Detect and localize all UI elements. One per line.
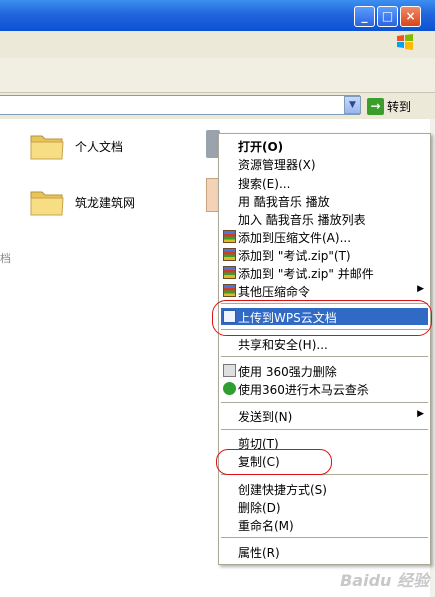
- menu-item-label: 属性(R): [238, 546, 280, 560]
- context-menu: 打开(O) 资源管理器(X) 搜索(E)... 用 酷我音乐 播放 加入 酷我音…: [218, 133, 431, 565]
- menu-separator: [221, 356, 428, 357]
- menu-item-label: 发送到(N): [238, 410, 293, 424]
- 360-safe-icon: [223, 382, 236, 395]
- minimize-button[interactable]: _: [354, 6, 375, 27]
- menu-item-360-shred[interactable]: 使用 360强力删除: [221, 362, 428, 379]
- menu-bar: [0, 31, 435, 59]
- watermark: Baidu 经验: [340, 571, 429, 590]
- title-bar: _ □ ×: [0, 0, 435, 31]
- menu-item-label: 创建快捷方式(S): [238, 483, 327, 497]
- close-button[interactable]: ×: [400, 6, 421, 27]
- go-button[interactable]: → 转到: [367, 96, 417, 116]
- menu-item-label: 添加到 "考试.zip" 并邮件: [238, 267, 374, 281]
- folder-icon: [30, 135, 64, 160]
- menu-separator: [221, 402, 428, 403]
- winrar-icon: [223, 248, 236, 261]
- menu-item-other-compress[interactable]: 其他压缩命令 ▶: [221, 282, 428, 299]
- menu-item-label: 重命名(M): [238, 519, 294, 533]
- menu-separator: [221, 429, 428, 430]
- go-arrow-icon: →: [367, 97, 384, 115]
- address-input[interactable]: [0, 95, 360, 115]
- menu-item-label: 加入 酷我音乐 播放列表: [238, 213, 366, 227]
- menu-item-label: 删除(D): [238, 501, 281, 515]
- menu-item-label: 用 酷我音乐 播放: [238, 195, 330, 209]
- folder-item[interactable]: 筑龙建筑网: [29, 186, 135, 218]
- menu-item-kuwo-play[interactable]: 用 酷我音乐 播放: [221, 192, 428, 209]
- menu-item-add-zip-email[interactable]: 添加到 "考试.zip" 并邮件: [221, 264, 428, 281]
- menu-item-label: 资源管理器(X): [238, 158, 316, 172]
- folder-item[interactable]: 个人文档: [29, 130, 123, 162]
- shredder-icon: [223, 364, 236, 377]
- annotation-circle: [212, 300, 432, 336]
- menu-item-search[interactable]: 搜索(E)...: [221, 174, 428, 191]
- maximize-button[interactable]: □: [377, 6, 398, 27]
- annotation-circle: [216, 449, 332, 475]
- menu-item-label: 使用 360强力删除: [238, 365, 337, 379]
- menu-item-kuwo-playlist[interactable]: 加入 酷我音乐 播放列表: [221, 210, 428, 227]
- folder-label: 个人文档: [75, 139, 124, 154]
- windows-logo-icon: [397, 34, 413, 50]
- menu-item-360-scan[interactable]: 使用360进行木马云查杀: [221, 380, 428, 397]
- submenu-arrow-icon: ▶: [417, 284, 424, 294]
- menu-item-rename[interactable]: 重命名(M): [221, 516, 428, 533]
- menu-item-properties[interactable]: 属性(R): [221, 543, 428, 560]
- winrar-icon: [223, 284, 236, 297]
- menu-item-explorer[interactable]: 资源管理器(X): [221, 155, 428, 172]
- toolbar: [0, 58, 435, 93]
- menu-item-create-shortcut[interactable]: 创建快捷方式(S): [221, 480, 428, 497]
- submenu-arrow-icon: ▶: [417, 409, 424, 419]
- winrar-icon: [223, 230, 236, 243]
- menu-item-label: 使用360进行木马云查杀: [238, 383, 369, 397]
- menu-item-label: 打开(O): [238, 140, 284, 154]
- menu-item-share-security[interactable]: 共享和安全(H)...: [221, 335, 428, 352]
- folder-icon: [30, 191, 64, 216]
- menu-item-delete[interactable]: 删除(D): [221, 498, 428, 515]
- menu-item-add-zip[interactable]: 添加到 "考试.zip"(T): [221, 246, 428, 263]
- address-dropdown-button[interactable]: ▼: [344, 96, 361, 114]
- winrar-icon: [223, 266, 236, 279]
- menu-item-label: 共享和安全(H)...: [238, 338, 328, 352]
- folder-label: 筑龙建筑网: [75, 195, 136, 210]
- go-label: 转到: [387, 99, 412, 114]
- menu-item-label: 添加到 "考试.zip"(T): [238, 249, 351, 263]
- menu-item-label: 添加到压缩文件(A)...: [238, 231, 352, 245]
- menu-item-label: 搜索(E)...: [238, 177, 291, 191]
- sidebar-edge-text: 档: [0, 252, 11, 265]
- menu-item-send-to[interactable]: 发送到(N) ▶: [221, 407, 428, 424]
- menu-separator: [221, 537, 428, 538]
- menu-item-open[interactable]: 打开(O): [221, 137, 428, 154]
- menu-item-add-archive[interactable]: 添加到压缩文件(A)...: [221, 228, 428, 245]
- menu-item-label: 其他压缩命令: [238, 285, 311, 299]
